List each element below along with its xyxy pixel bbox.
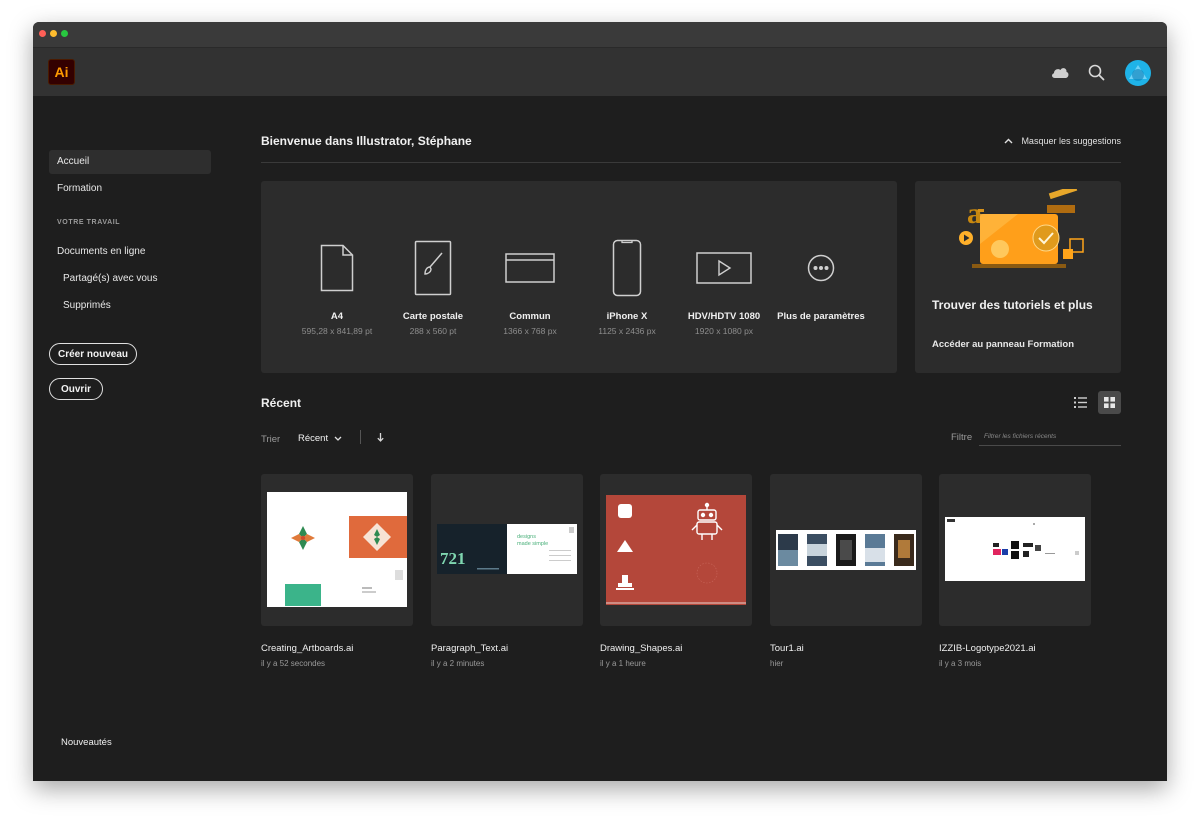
recent-file-card[interactable]: Creating_Artboards.ai il y a 52 secondes: [261, 474, 413, 668]
sidebar-item-home[interactable]: Accueil: [49, 150, 211, 174]
file-thumbnail: [600, 474, 752, 626]
avatar[interactable]: [1125, 60, 1151, 86]
learn-panel-link[interactable]: Accéder au panneau Formation: [932, 339, 1074, 350]
sidebar: Accueil Formation VOTRE TRAVAIL Document…: [33, 96, 233, 781]
recent-file-card[interactable]: Drawing_Shapes.ai il y a 1 heure: [600, 474, 752, 668]
tutorial-card[interactable]: a Trouver des tutoriels et plus Accéder …: [915, 181, 1121, 373]
app-header: Ai: [33, 48, 1167, 96]
preset-hdtv[interactable]: HDV/HDTV 1080 1920 x 1080 px: [676, 239, 772, 336]
list-view-button[interactable]: [1069, 391, 1092, 414]
sort-dropdown[interactable]: Récent: [298, 433, 342, 444]
phone-icon: [579, 239, 675, 297]
cloud-icon[interactable]: [1049, 61, 1071, 83]
file-name: Drawing_Shapes.ai: [600, 643, 683, 654]
preset-more-settings[interactable]: Plus de paramètres: [773, 239, 869, 326]
more-icon: [773, 239, 869, 297]
preset-a4[interactable]: A4 595,28 x 841,89 pt: [289, 239, 385, 336]
divider: [261, 162, 1121, 163]
preset-name: Plus de paramètres: [777, 311, 865, 322]
filter-label: Filtre: [951, 432, 973, 443]
brush-icon: [385, 239, 481, 297]
chevron-down-icon: [334, 436, 342, 441]
recent-heading: Récent: [261, 396, 302, 410]
preset-size: 1366 x 768 px: [503, 326, 557, 336]
file-modified: il y a 1 heure: [600, 659, 646, 668]
browser-icon: [482, 239, 578, 297]
file-name: Creating_Artboards.ai: [261, 643, 354, 654]
preset-panel: A4 595,28 x 841,89 pt Carte postale 288 …: [261, 181, 897, 373]
sidebar-section-heading: VOTRE TRAVAIL: [57, 219, 121, 226]
file-name: Paragraph_Text.ai: [431, 643, 509, 654]
video-icon: [676, 239, 772, 297]
open-button[interactable]: Ouvrir: [49, 378, 103, 400]
app-window: Ai Accueil Formation VOTRE TRAVAIL Docum…: [33, 22, 1167, 781]
preset-name: Carte postale: [402, 311, 464, 322]
thumbnail-number: 721: [440, 549, 466, 568]
recent-file-card[interactable]: Tour1.ai hier: [770, 474, 922, 668]
sort-direction-button[interactable]: [374, 430, 386, 444]
file-thumbnail: [770, 474, 922, 626]
file-modified: hier: [770, 659, 784, 668]
zoom-window-button[interactable]: [61, 30, 68, 37]
file-thumbnail: [939, 474, 1091, 626]
list-view-icon: [1074, 397, 1087, 408]
recent-file-card[interactable]: 721 designs made simple Paragraph_Text.a…: [431, 474, 583, 668]
preset-size: 288 x 560 pt: [409, 326, 457, 336]
file-thumbnail: [261, 474, 413, 626]
preset-size: 1920 x 1080 px: [694, 326, 754, 336]
tutorial-title: Trouver des tutoriels et plus: [932, 298, 1093, 312]
grid-view-button[interactable]: [1098, 391, 1121, 414]
sort-divider: [360, 430, 361, 444]
illustrator-logo[interactable]: Ai: [48, 59, 75, 85]
preset-postcard[interactable]: Carte postale 288 x 560 pt: [385, 239, 481, 336]
close-window-button[interactable]: [39, 30, 46, 37]
search-icon[interactable]: [1085, 61, 1107, 83]
page-title: Bienvenue dans Illustrator, Stéphane: [261, 134, 472, 148]
file-modified: il y a 2 minutes: [431, 659, 485, 668]
recent-file-card[interactable]: IZZIB-Logotype2021.ai il y a 3 mois: [939, 474, 1091, 668]
preset-name: A4: [330, 311, 344, 322]
create-new-button[interactable]: Créer nouveau: [49, 343, 137, 365]
sidebar-item-learn[interactable]: Formation: [49, 177, 211, 201]
document-icon: [289, 239, 385, 297]
tutorial-illustration: a: [959, 189, 1084, 268]
preset-iphone-x[interactable]: iPhone X 1125 x 2436 px: [579, 239, 675, 336]
hide-suggestions-label: Masquer les suggestions: [1021, 136, 1121, 146]
sidebar-item-shared[interactable]: Partagé(s) avec vous: [49, 267, 211, 291]
file-name: Tour1.ai: [770, 643, 804, 654]
chevron-up-icon: [1004, 138, 1013, 144]
sidebar-item-deleted[interactable]: Supprimés: [49, 294, 211, 318]
sidebar-item-cloud-documents[interactable]: Documents en ligne: [49, 240, 211, 264]
main-content: Bienvenue dans Illustrator, Stéphane Mas…: [261, 96, 1123, 781]
filter-input[interactable]: [979, 428, 1121, 446]
sort-value: Récent: [298, 433, 329, 444]
preset-name: iPhone X: [606, 311, 648, 322]
preset-name: HDV/HDTV 1080: [687, 311, 761, 322]
file-name: IZZIB-Logotype2021.ai: [939, 643, 1036, 654]
preset-common[interactable]: Commun 1366 x 768 px: [482, 239, 578, 336]
whats-new-link[interactable]: Nouveautés: [61, 737, 112, 748]
sort-label: Trier: [261, 434, 281, 445]
thumbnail-tagline: designs made simple: [517, 534, 549, 547]
grid-view-icon: [1104, 397, 1115, 408]
preset-size: 595,28 x 841,89 pt: [301, 326, 373, 336]
svg-text:721: 721: [440, 549, 466, 568]
file-modified: il y a 52 secondes: [261, 659, 326, 668]
title-bar: [33, 22, 1167, 48]
file-thumbnail: 721 designs made simple: [431, 474, 583, 626]
file-modified: il y a 3 mois: [939, 659, 982, 668]
hide-suggestions-button[interactable]: Masquer les suggestions: [1004, 136, 1121, 146]
arrow-down-icon: [376, 432, 384, 442]
preset-name: Commun: [509, 311, 551, 322]
minimize-window-button[interactable]: [50, 30, 57, 37]
preset-size: 1125 x 2436 px: [598, 326, 656, 336]
svg-text:a: a: [967, 197, 982, 230]
